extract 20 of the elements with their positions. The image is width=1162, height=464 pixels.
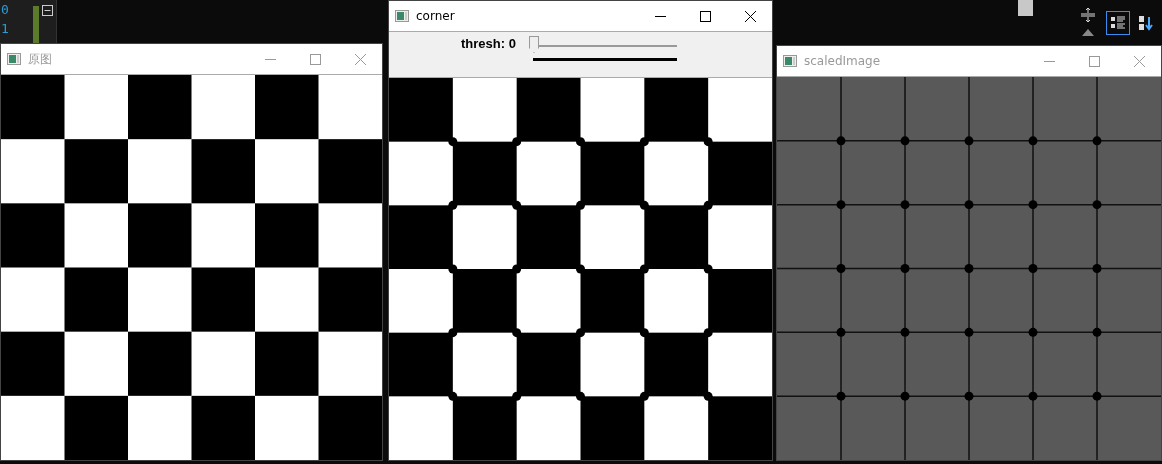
categorized-button[interactable] <box>1106 11 1130 35</box>
scroll-up-icon[interactable] <box>1082 29 1094 36</box>
maximize-icon[interactable] <box>700 10 711 22</box>
close-icon[interactable] <box>745 10 756 22</box>
sort-descending-icon <box>1138 15 1154 31</box>
trackbar-label: thresh: 0 <box>461 36 517 51</box>
window-app-icon <box>783 55 797 67</box>
window-app-icon <box>395 10 409 22</box>
change-marker <box>33 6 39 44</box>
window-app-icon <box>7 53 21 65</box>
slider-thumb[interactable] <box>529 36 539 53</box>
split-icon[interactable] <box>1081 8 1095 22</box>
window-title: corner <box>416 9 455 23</box>
line-number: 0 <box>1 1 9 19</box>
categorized-list-icon <box>1110 15 1126 31</box>
window-title: 原图 <box>28 50 52 68</box>
line-number: 1 <box>1 20 9 38</box>
scrollbar-thumb[interactable] <box>1018 0 1033 16</box>
window-title: scaledImage <box>804 54 881 68</box>
collapse-icon[interactable] <box>42 5 53 16</box>
